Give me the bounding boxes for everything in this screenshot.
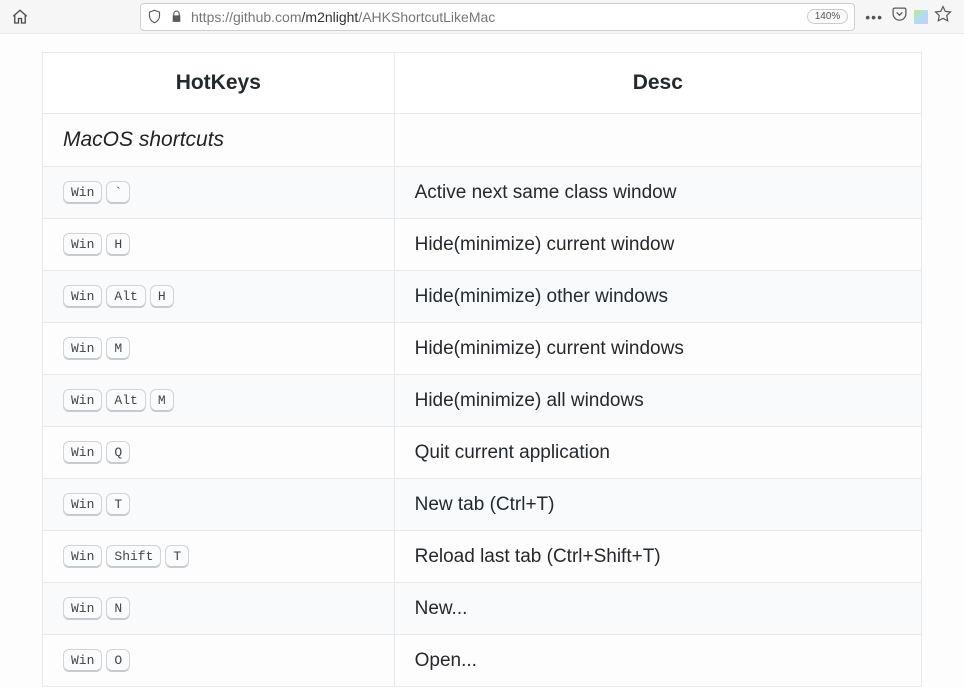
- hotkey-cell: WinAltM: [43, 375, 395, 427]
- home-button[interactable]: [8, 5, 32, 29]
- key-badge: Shift: [106, 545, 161, 568]
- key-badge: Win: [63, 337, 102, 360]
- hotkey-cell: WinQ: [43, 427, 395, 479]
- table-row: WinTNew tab (Ctrl+T): [43, 479, 922, 531]
- table-row: WinShiftTReload last tab (Ctrl+Shift+T): [43, 531, 922, 583]
- key-badge: Win: [63, 545, 102, 568]
- key-badge: Q: [106, 441, 130, 464]
- home-icon: [11, 8, 29, 26]
- desc-cell: New tab (Ctrl+T): [394, 479, 921, 531]
- key-badge: T: [106, 493, 130, 516]
- key-badge: N: [106, 597, 130, 620]
- key-badge: O: [106, 649, 130, 672]
- desc-cell: Reload last tab (Ctrl+Shift+T): [394, 531, 921, 583]
- key-badge: Win: [63, 181, 102, 204]
- key-badge: M: [106, 337, 130, 360]
- desc-cell: Hide(minimize) all windows: [394, 375, 921, 427]
- key-badge: Win: [63, 233, 102, 256]
- hotkey-cell: WinShiftT: [43, 531, 395, 583]
- color-tile-icon[interactable]: [914, 10, 928, 24]
- key-badge: Win: [63, 649, 102, 672]
- hotkey-cell: WinN: [43, 583, 395, 635]
- table-row: WinNNew...: [43, 583, 922, 635]
- shortcuts-table: HotKeys Desc MacOS shortcuts Win`Active …: [42, 52, 922, 687]
- section-empty: [394, 114, 921, 167]
- more-icon[interactable]: •••: [863, 9, 885, 25]
- key-badge: Win: [63, 597, 102, 620]
- page-content: HotKeys Desc MacOS shortcuts Win`Active …: [0, 34, 964, 687]
- desc-cell: Hide(minimize) current window: [394, 219, 921, 271]
- desc-cell: Hide(minimize) other windows: [394, 271, 921, 323]
- key-badge: Alt: [106, 285, 145, 308]
- hotkey-cell: WinM: [43, 323, 395, 375]
- toolbar-right: •••: [863, 5, 956, 28]
- key-badge: `: [106, 181, 130, 204]
- url-text: https://github.com/m2nlight/AHKShortcutL…: [191, 9, 799, 25]
- desc-cell: New...: [394, 583, 921, 635]
- hotkey-cell: WinAltH: [43, 271, 395, 323]
- shield-icon: [147, 9, 162, 24]
- star-icon[interactable]: [934, 5, 952, 28]
- section-title: MacOS shortcuts: [43, 114, 395, 167]
- key-badge: M: [150, 389, 174, 412]
- hotkey-cell: WinH: [43, 219, 395, 271]
- desc-cell: Hide(minimize) current windows: [394, 323, 921, 375]
- key-badge: Win: [63, 493, 102, 516]
- table-row: Win`Active next same class window: [43, 167, 922, 219]
- address-bar[interactable]: https://github.com/m2nlight/AHKShortcutL…: [140, 3, 855, 31]
- desc-cell: Quit current application: [394, 427, 921, 479]
- hotkey-cell: WinT: [43, 479, 395, 531]
- key-badge: T: [165, 545, 189, 568]
- lock-icon: [170, 10, 183, 23]
- key-badge: H: [106, 233, 130, 256]
- table-row: WinAltHHide(minimize) other windows: [43, 271, 922, 323]
- hotkey-cell: WinO: [43, 635, 395, 687]
- desc-cell: Open...: [394, 635, 921, 687]
- pocket-icon[interactable]: [891, 6, 908, 28]
- table-row: WinAltMHide(minimize) all windows: [43, 375, 922, 427]
- table-row: WinOOpen...: [43, 635, 922, 687]
- zoom-badge[interactable]: 140%: [807, 9, 849, 24]
- table-row: WinMHide(minimize) current windows: [43, 323, 922, 375]
- desc-cell: Active next same class window: [394, 167, 921, 219]
- browser-toolbar: https://github.com/m2nlight/AHKShortcutL…: [0, 0, 964, 34]
- key-badge: Win: [63, 285, 102, 308]
- key-badge: Alt: [106, 389, 145, 412]
- section-row: MacOS shortcuts: [43, 114, 922, 167]
- key-badge: Win: [63, 441, 102, 464]
- header-desc: Desc: [394, 53, 921, 114]
- key-badge: Win: [63, 389, 102, 412]
- header-hotkeys: HotKeys: [43, 53, 395, 114]
- table-row: WinHHide(minimize) current window: [43, 219, 922, 271]
- key-badge: H: [150, 285, 174, 308]
- hotkey-cell: Win`: [43, 167, 395, 219]
- table-row: WinQQuit current application: [43, 427, 922, 479]
